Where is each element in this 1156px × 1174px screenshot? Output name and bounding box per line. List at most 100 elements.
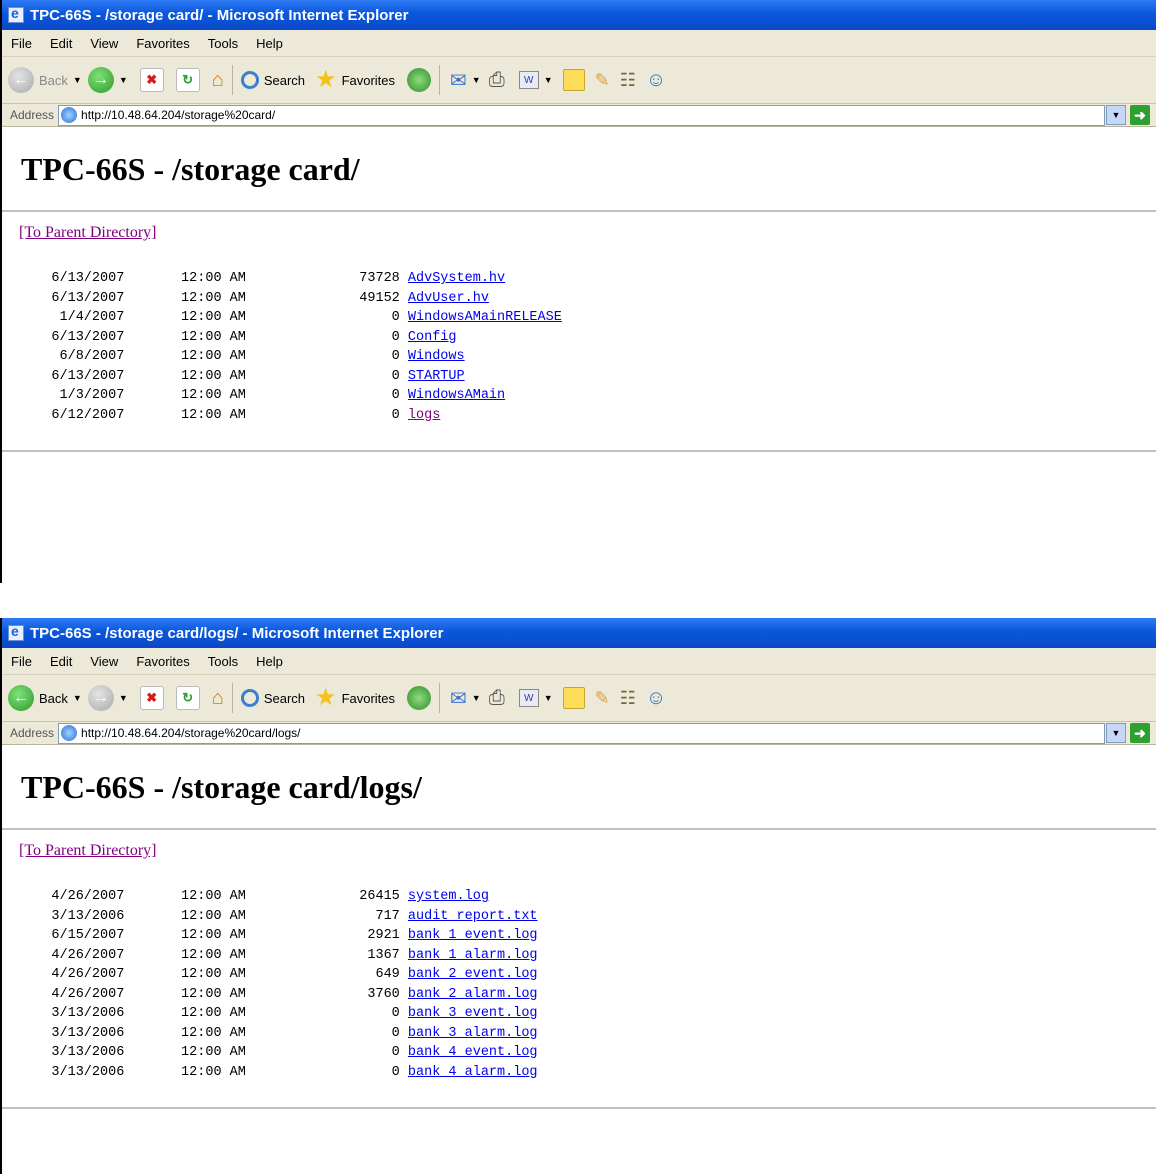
file-link[interactable]: system.log — [408, 889, 489, 904]
chevron-down-icon[interactable]: ▼ — [472, 75, 481, 85]
menu-favorites[interactable]: Favorites — [127, 654, 198, 669]
print-button[interactable]: ⎙ — [489, 687, 505, 710]
row-date: 3/13/2006 — [19, 1006, 125, 1021]
menu-view[interactable]: View — [81, 654, 127, 669]
mail-button[interactable]: ✉ ▼ — [450, 686, 481, 711]
chevron-down-icon[interactable]: ▼ — [119, 75, 128, 85]
go-arrow-icon[interactable]: ➜ — [1130, 105, 1150, 125]
file-link[interactable]: bank_3_event.log — [408, 1006, 538, 1021]
menu-tools[interactable]: Tools — [199, 654, 247, 669]
file-link[interactable]: WindowsAMain — [408, 388, 505, 403]
file-link[interactable]: bank_4_event.log — [408, 1045, 538, 1060]
messenger-button[interactable]: ☺ — [646, 687, 666, 710]
chevron-down-icon[interactable]: ▼ — [544, 693, 553, 703]
discuss-button[interactable] — [562, 69, 585, 91]
file-link[interactable]: STARTUP — [408, 369, 465, 384]
file-link[interactable]: bank_4_alarm.log — [408, 1065, 538, 1080]
row-time: 12:00 AM — [181, 349, 246, 364]
chevron-down-icon[interactable]: ▼ — [73, 693, 82, 703]
chevron-down-icon[interactable]: ▼ — [544, 75, 553, 85]
file-link[interactable]: AdvSystem.hv — [408, 271, 505, 286]
title-bar[interactable]: TPC-66S - /storage card/ - Microsoft Int… — [2, 0, 1156, 30]
address-label: Address — [10, 108, 55, 122]
listing-row: 4/26/2007 12:00 AM 1367 bank_1_alarm.log — [19, 948, 538, 963]
row-size: 3760 — [294, 986, 400, 1002]
menu-bar: File Edit View Favorites Tools Help — [2, 30, 1156, 57]
menu-file[interactable]: File — [2, 654, 41, 669]
parent-directory-link[interactable]: [To Parent Directory] — [19, 842, 1156, 860]
edit-word-button[interactable]: W ▼ — [518, 689, 553, 707]
back-button[interactable]: ← Back ▼ — [8, 685, 82, 711]
directory-listing: 4/26/2007 12:00 AM 26415 system.log 3/13… — [19, 887, 1156, 1082]
forward-button[interactable]: → ▼ — [87, 67, 128, 93]
favorites-button[interactable]: ★ Favorites — [315, 686, 395, 710]
parent-directory-link[interactable]: [To Parent Directory] — [19, 224, 1156, 242]
toolbar-separator — [231, 683, 233, 713]
menu-edit[interactable]: Edit — [41, 36, 81, 51]
address-bar: Address http://10.48.64.204/storage%20ca… — [2, 104, 1156, 127]
row-size: 0 — [294, 1045, 400, 1060]
row-date: 6/13/2007 — [19, 290, 125, 306]
go-arrow-icon[interactable]: ➜ — [1130, 723, 1150, 743]
menu-file[interactable]: File — [2, 36, 41, 51]
listing-row: 4/26/2007 12:00 AM 649 bank_2_event.log — [19, 967, 538, 982]
address-input[interactable]: http://10.48.64.204/storage%20card/ — [58, 104, 1105, 126]
file-link[interactable]: bank_1_alarm.log — [408, 948, 538, 963]
add-favorite-button[interactable]: ✎ — [595, 688, 610, 709]
chevron-down-icon[interactable]: ▼ — [1106, 723, 1126, 743]
chevron-down-icon[interactable]: ▼ — [1106, 105, 1126, 125]
edit-word-button[interactable]: W ▼ — [518, 71, 553, 89]
search-button[interactable]: Search — [240, 71, 305, 89]
menu-tools[interactable]: Tools — [199, 36, 247, 51]
listing-row: 4/26/2007 12:00 AM 3760 bank_2_alarm.log — [19, 986, 538, 1002]
stop-button[interactable]: ✖ — [139, 68, 164, 92]
file-link[interactable]: bank_1_event.log — [408, 928, 538, 943]
history-button[interactable] — [407, 686, 432, 710]
mail-button[interactable]: ✉ ▼ — [450, 68, 481, 93]
favorites-button[interactable]: ★ Favorites — [315, 68, 395, 92]
forward-button[interactable]: → ▼ — [87, 685, 128, 711]
messenger-button[interactable]: ☺ — [646, 69, 666, 92]
chevron-down-icon[interactable]: ▼ — [472, 693, 481, 703]
search-button[interactable]: Search — [240, 689, 305, 707]
row-date: 4/26/2007 — [19, 967, 125, 982]
divider-bottom — [2, 450, 1156, 452]
file-link[interactable]: logs — [408, 408, 440, 423]
history-button[interactable] — [407, 68, 432, 92]
refresh-button[interactable]: ↻ — [175, 68, 200, 92]
address-input[interactable]: http://10.48.64.204/storage%20card/logs/ — [58, 722, 1105, 744]
refresh-icon: ↻ — [175, 68, 200, 92]
file-link[interactable]: bank_2_event.log — [408, 967, 538, 982]
address-bar: Address http://10.48.64.204/storage%20ca… — [2, 722, 1156, 745]
file-link[interactable]: WindowsAMainRELEASE — [408, 310, 562, 325]
file-link[interactable]: Config — [408, 330, 457, 345]
file-link[interactable]: bank_3_alarm.log — [408, 1026, 538, 1041]
discuss-button[interactable] — [562, 687, 585, 709]
file-link[interactable]: audit_report.txt — [408, 909, 538, 924]
back-button[interactable]: ← Back ▼ — [8, 67, 82, 93]
stop-icon: ✖ — [139, 686, 164, 710]
title-bar[interactable]: TPC-66S - /storage card/logs/ - Microsof… — [2, 618, 1156, 648]
refresh-button[interactable]: ↻ — [175, 686, 200, 710]
chevron-down-icon[interactable]: ▼ — [73, 75, 82, 85]
file-link[interactable]: AdvUser.hv — [408, 291, 489, 306]
menu-edit[interactable]: Edit — [41, 654, 81, 669]
home-button[interactable]: ⌂ — [212, 69, 224, 92]
row-date: 3/13/2006 — [19, 908, 125, 924]
home-button[interactable]: ⌂ — [212, 687, 224, 710]
menu-favorites[interactable]: Favorites — [127, 36, 198, 51]
print-button[interactable]: ⎙ — [489, 69, 505, 92]
menu-view[interactable]: View — [81, 36, 127, 51]
row-date: 3/13/2006 — [19, 1025, 125, 1041]
row-date: 6/8/2007 — [19, 349, 125, 364]
stop-button[interactable]: ✖ — [139, 686, 164, 710]
research-button[interactable]: ☷ — [620, 688, 636, 709]
research-button[interactable]: ☷ — [620, 70, 636, 91]
row-size: 0 — [294, 368, 400, 384]
menu-help[interactable]: Help — [247, 654, 292, 669]
file-link[interactable]: Windows — [408, 349, 465, 364]
file-link[interactable]: bank_2_alarm.log — [408, 987, 538, 1002]
menu-help[interactable]: Help — [247, 36, 292, 51]
add-favorite-button[interactable]: ✎ — [595, 70, 610, 91]
chevron-down-icon[interactable]: ▼ — [119, 693, 128, 703]
